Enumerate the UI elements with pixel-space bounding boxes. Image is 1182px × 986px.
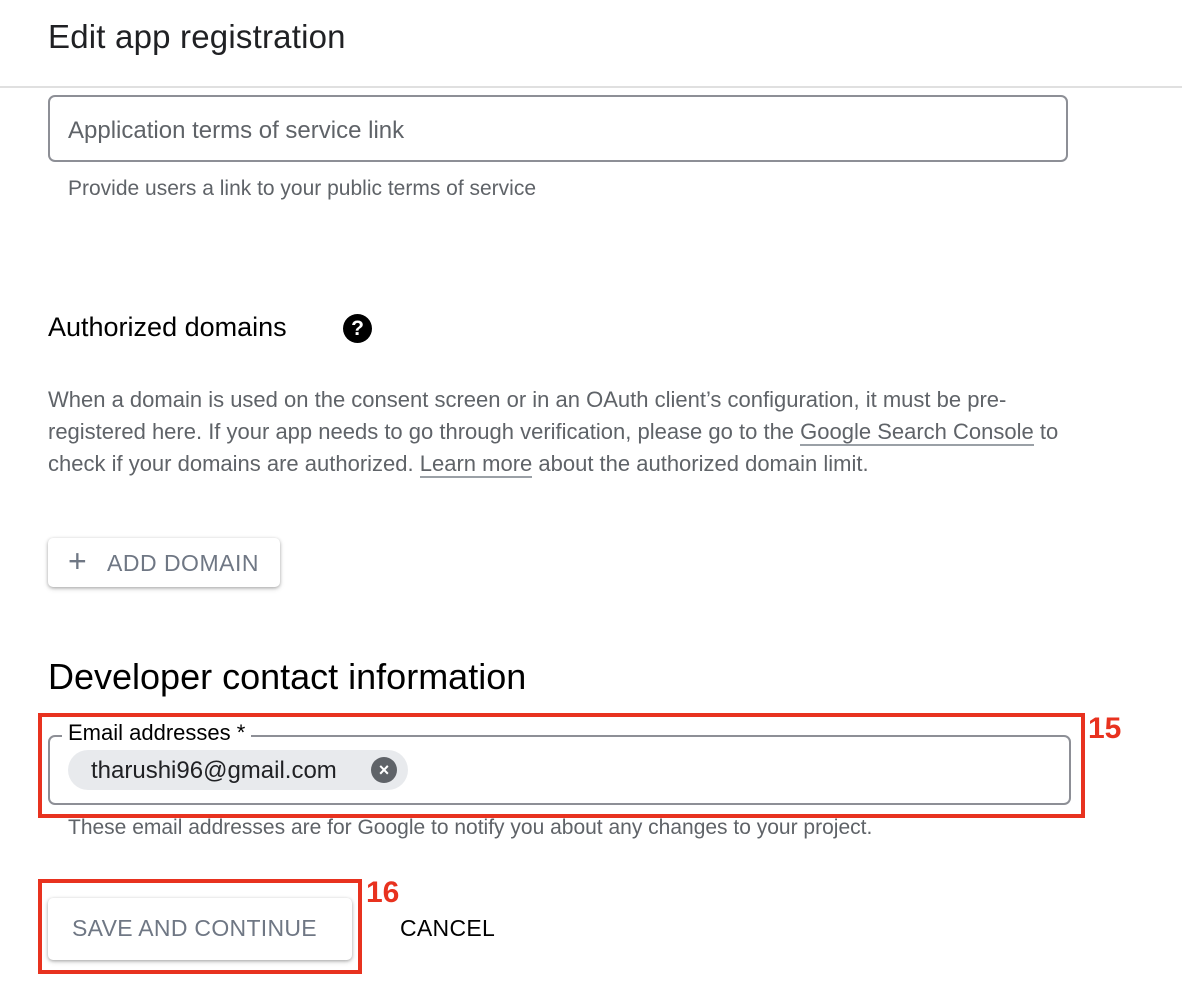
help-circle-icon[interactable]: ? — [343, 314, 372, 343]
cancel-label: CANCEL — [400, 915, 496, 941]
authorized-domains-heading: Authorized domains — [48, 312, 287, 342]
page-title: Edit app registration — [48, 18, 346, 55]
terms-of-service-placeholder: Application terms of service link — [68, 117, 405, 144]
email-addresses-hint: These email addresses are for Google to … — [68, 816, 873, 839]
add-domain-button[interactable]: + ADD DOMAIN — [48, 538, 280, 587]
plus-icon: + — [68, 543, 87, 579]
annotation-step-16: 16 — [366, 876, 400, 909]
developer-contact-heading: Developer contact information — [48, 656, 527, 697]
terms-of-service-link-input[interactable]: Application terms of service link — [48, 95, 1068, 162]
annotation-highlight-save — [38, 879, 362, 974]
authorized-domains-description: When a domain is used on the consent scr… — [48, 384, 1078, 480]
google-search-console-link[interactable]: Google Search Console — [800, 419, 1034, 446]
annotation-step-15: 15 — [1088, 712, 1122, 745]
description-text-3: about the authorized domain limit. — [532, 451, 869, 476]
cancel-button[interactable]: CANCEL — [392, 898, 510, 960]
annotation-highlight-email — [38, 713, 1085, 818]
learn-more-link[interactable]: Learn more — [419, 451, 533, 478]
add-domain-label: ADD DOMAIN — [107, 550, 259, 576]
page-header: Edit app registration — [0, 0, 1182, 88]
terms-of-service-hint: Provide users a link to your public term… — [68, 177, 537, 200]
